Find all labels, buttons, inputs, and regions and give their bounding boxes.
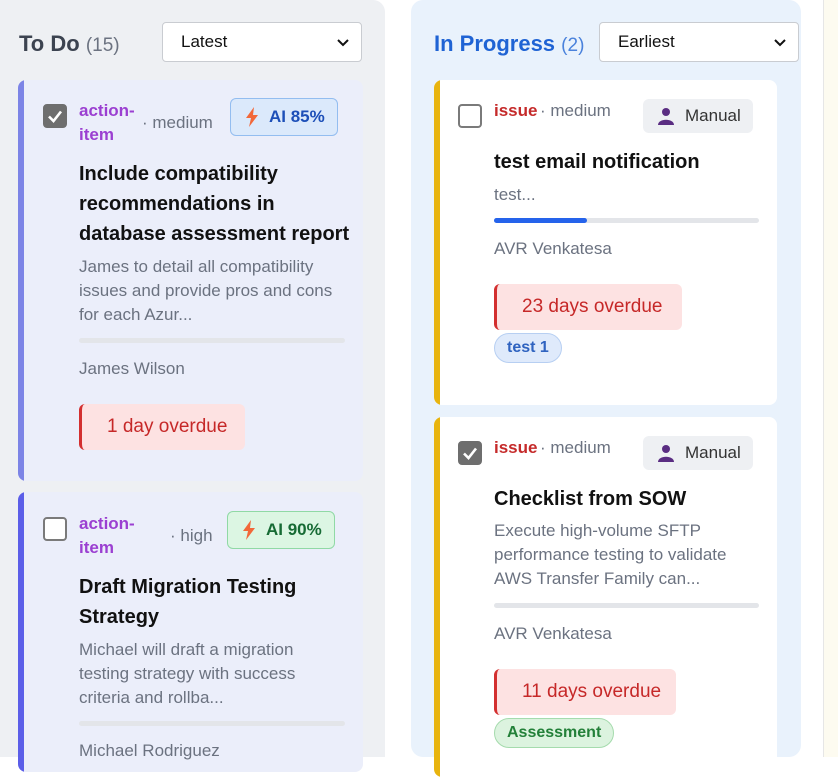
task-title: Draft Migration Testing Strategy (79, 576, 297, 628)
task-checkbox[interactable] (43, 104, 67, 128)
in-progress-count: (2) (561, 35, 585, 56)
task-description: test... (494, 185, 536, 204)
task-owner: AVR Venkatesa (494, 239, 612, 258)
task-priority: · high (170, 526, 213, 545)
task-title: Checklist from SOW (494, 488, 687, 510)
chevron-down-icon (337, 39, 349, 47)
task-card[interactable]: issue · medium Manual Checklist from SOW… (434, 417, 777, 777)
in-progress-title-text: In Progress (434, 31, 556, 56)
in-progress-sort-value: Earliest (618, 32, 675, 51)
task-owner: AVR Venkatesa (494, 624, 612, 643)
task-checkbox[interactable] (458, 104, 482, 128)
task-progress-bar (79, 338, 345, 343)
task-progress-bar (494, 218, 759, 223)
task-checkbox[interactable] (43, 517, 67, 541)
task-tag[interactable]: test 1 (494, 333, 562, 363)
lightning-bolt-icon (246, 107, 258, 127)
task-progress-bar (494, 603, 759, 608)
task-priority: · medium (142, 113, 213, 132)
task-type: issue (494, 438, 538, 457)
overdue-badge: 1 day overdue (79, 404, 245, 450)
task-card[interactable]: action-item · medium AI 85% Include comp… (18, 80, 363, 481)
task-card[interactable]: action-item · high AI 90% Draft Migratio… (18, 492, 363, 772)
task-progress-bar (79, 721, 345, 726)
ai-confidence-badge: AI 85% (230, 98, 338, 136)
task-description: Michael will draft a migration testing s… (79, 640, 296, 707)
task-tag[interactable]: Assessment (494, 718, 615, 748)
task-description: Execute high-volume SFTP performance tes… (494, 521, 727, 588)
task-type: issue (494, 101, 538, 120)
chevron-down-icon (774, 39, 786, 47)
todo-title-text: To Do (19, 31, 80, 56)
manual-source-badge: Manual (643, 99, 753, 133)
todo-sort-select[interactable]: Latest (162, 22, 362, 62)
card-accent-bar (434, 80, 440, 405)
manual-source-badge: Manual (643, 436, 753, 470)
ai-confidence-badge: AI 90% (227, 511, 335, 549)
card-accent-bar (434, 417, 440, 777)
task-card[interactable]: issue · medium Manual test email notific… (434, 80, 777, 405)
task-description: James to detail all compatibility issues… (79, 257, 333, 324)
task-owner: Michael Rodriguez (79, 741, 220, 760)
person-icon (658, 445, 674, 462)
task-title: test email notification (494, 151, 700, 173)
person-icon (658, 108, 674, 125)
next-column-edge (824, 0, 838, 757)
task-owner: James Wilson (79, 359, 185, 378)
overdue-badge: 23 days overdue (494, 284, 682, 330)
lightning-bolt-icon (243, 520, 255, 540)
task-type: action-item (79, 514, 135, 557)
overdue-badge: 11 days overdue (494, 669, 676, 715)
card-accent-bar (18, 80, 24, 481)
in-progress-sort-select[interactable]: Earliest (599, 22, 799, 62)
in-progress-column-title: In Progress (2) (434, 31, 584, 57)
task-priority: · medium (540, 101, 611, 120)
task-priority: · medium (540, 438, 611, 457)
card-accent-bar (18, 492, 24, 772)
todo-column-title: To Do (15) (19, 31, 120, 57)
task-checkbox[interactable] (458, 441, 482, 465)
checkmark-icon (48, 110, 63, 123)
checkmark-icon (463, 447, 478, 460)
task-title: Include compatibility recommendations in… (79, 163, 350, 245)
todo-sort-value: Latest (181, 32, 228, 51)
task-type: action-item (79, 101, 135, 144)
todo-count: (15) (85, 35, 120, 56)
